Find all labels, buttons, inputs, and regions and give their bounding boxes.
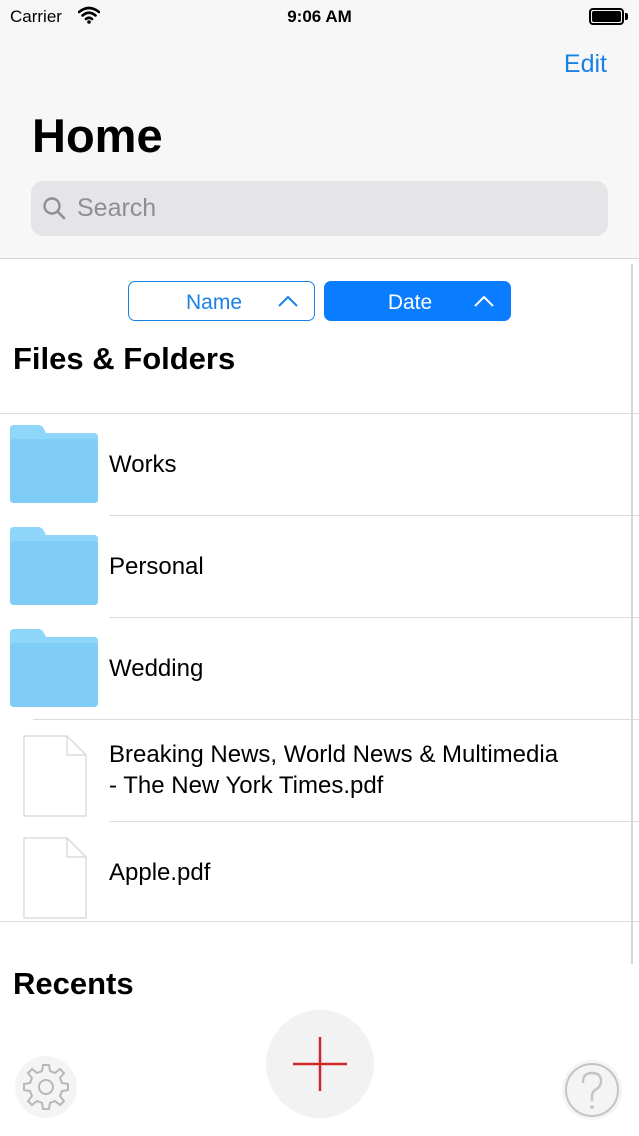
status-bar: Carrier 9:06 AM [0, 0, 639, 34]
list-item-folder[interactable]: Wedding [0, 617, 639, 719]
item-name: Works [109, 451, 177, 478]
document-icon [23, 735, 87, 817]
gear-icon [23, 1064, 69, 1110]
sort-by-date-button[interactable]: Date [324, 281, 511, 321]
document-icon [23, 837, 87, 919]
item-name-line1: Breaking News, World News & Multimedia [109, 741, 559, 768]
search-input[interactable] [77, 181, 597, 236]
chevron-up-icon [474, 295, 494, 307]
item-name: Personal [109, 553, 204, 580]
sort-name-label: Name [185, 291, 243, 314]
help-button[interactable] [562, 1060, 622, 1120]
list-item-folder[interactable]: Works [0, 413, 639, 515]
battery-icon [589, 8, 629, 25]
sort-date-label: Date [387, 291, 433, 314]
add-button[interactable] [266, 1010, 374, 1118]
edit-button[interactable]: Edit [564, 50, 607, 79]
recents-section-title: Recents [13, 966, 134, 1001]
list-item-file[interactable]: Apple.pdf [0, 821, 639, 923]
list-item-file[interactable]: Breaking News, World News & Multimedia -… [0, 719, 639, 821]
header-area: Carrier 9:06 AM Edit Home [0, 0, 639, 259]
item-name: Wedding [109, 655, 204, 682]
search-bar[interactable] [31, 181, 608, 236]
list-divider [0, 921, 639, 922]
folder-icon [10, 425, 98, 503]
sort-by-name-button[interactable]: Name [128, 281, 315, 321]
item-name-line2: - The New York Times.pdf [109, 772, 384, 799]
settings-button[interactable] [15, 1056, 77, 1118]
chevron-up-icon [278, 295, 298, 307]
page-title: Home [32, 109, 163, 162]
search-icon [43, 197, 66, 220]
question-mark-icon [565, 1063, 619, 1117]
item-name: Apple.pdf [109, 859, 211, 886]
plus-icon [293, 1037, 347, 1091]
files-section-title: Files & Folders [13, 341, 236, 376]
folder-icon [10, 527, 98, 605]
list-item-folder[interactable]: Personal [0, 515, 639, 617]
folder-icon [10, 629, 98, 707]
status-time: 9:06 AM [287, 7, 352, 26]
